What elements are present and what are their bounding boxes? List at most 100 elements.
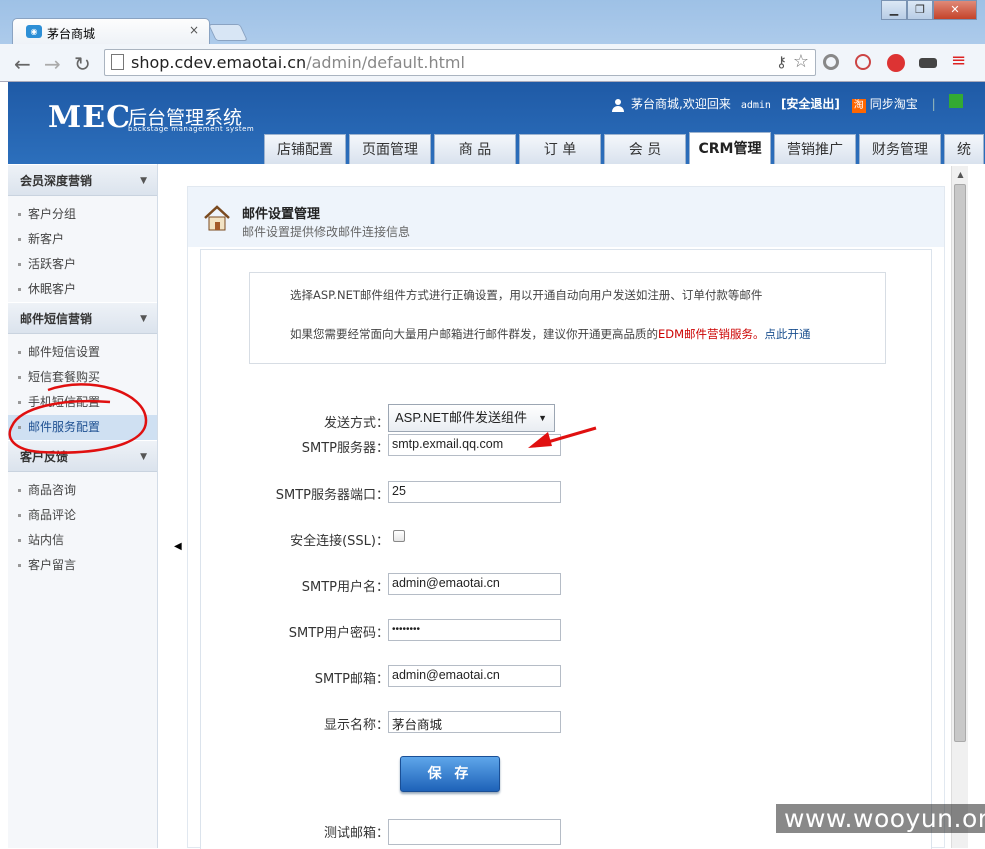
chevron-down-icon: ▼: [140, 452, 147, 462]
send-method-value: ASP.NET邮件发送组件: [395, 410, 527, 425]
key-icon[interactable]: ⚷: [776, 53, 787, 71]
tab-finance[interactable]: 财务管理: [859, 134, 941, 164]
vertical-scrollbar[interactable]: ▲: [951, 166, 968, 848]
sidebar-group-title: 邮件短信营销: [20, 312, 93, 326]
sidebar-group-title: 客户反馈: [20, 450, 69, 464]
sidebar-item-dormant-customers[interactable]: 休眠客户: [8, 277, 157, 302]
welcome-text: 茅台商城,欢迎回来: [631, 97, 731, 111]
sidebar-group-title: 会员深度营销: [20, 174, 93, 188]
activate-link[interactable]: 点此开通: [765, 327, 811, 341]
ssl-label: 安全连接(SSL)：: [290, 534, 389, 549]
maximize-button[interactable]: ❐: [907, 0, 933, 20]
new-tab-button[interactable]: [208, 24, 248, 41]
edm-service-text: EDM邮件营销服务。: [658, 327, 765, 341]
minimize-button[interactable]: ▁: [881, 0, 907, 20]
tab-statistics[interactable]: 统计: [944, 134, 984, 164]
tab-orders[interactable]: 订 单: [519, 134, 601, 164]
ssl-checkbox[interactable]: [393, 530, 405, 542]
display-name-input[interactable]: 茅台商城: [388, 711, 561, 733]
browser-tab[interactable]: ◉ 茅台商城 ×: [12, 18, 210, 45]
sidebar-item-email-service-config[interactable]: 邮件服务配置: [8, 415, 157, 440]
collapse-sidebar-icon[interactable]: ◀: [174, 541, 182, 552]
extension-santa-icon[interactable]: [887, 54, 905, 72]
dropdown-arrow-icon: ▼: [538, 413, 547, 423]
reload-icon[interactable]: ↻: [74, 52, 91, 76]
tab-close-icon[interactable]: ×: [189, 23, 199, 37]
notice-line-2: 如果您需要经常面向大量用户邮箱进行邮件群发，建议你开通更高品质的EDM邮件营销服…: [290, 326, 811, 342]
sidebar-item-email-sms-settings[interactable]: 邮件短信设置: [8, 340, 157, 365]
page-icon: [111, 54, 124, 70]
header-separator: |: [931, 97, 936, 111]
logo-subtitle: backstage management system: [128, 125, 255, 133]
extension-red-icon[interactable]: [855, 54, 871, 70]
smtp-server-label: SMTP服务器：: [301, 441, 389, 456]
back-arrow-icon[interactable]: ←: [14, 52, 31, 76]
test-email-label: 测试邮箱：: [323, 826, 389, 841]
smtp-port-row: SMTP服务器端口： 25: [201, 478, 933, 506]
main-nav-tabs: 店铺配置 页面管理 商 品 订 单 会 员 CRM管理 营销推广 财务管理 统计: [264, 132, 985, 164]
user-icon: [612, 98, 624, 112]
scroll-up-arrow-icon[interactable]: ▲: [952, 166, 969, 183]
sidebar-item-customer-groups[interactable]: 客户分组: [8, 202, 157, 227]
sidebar-item-product-reviews[interactable]: 商品评论: [8, 503, 157, 528]
logo: MEC 后台管理系统 backstage management system: [48, 100, 254, 135]
close-window-button[interactable]: ✕: [933, 0, 977, 20]
smtp-email-input[interactable]: admin@emaotai.cn: [388, 665, 561, 687]
save-button[interactable]: 保 存: [400, 756, 500, 792]
bookmark-star-icon[interactable]: ☆: [793, 51, 809, 72]
smtp-user-label: SMTP用户名：: [301, 580, 389, 595]
tab-shop-config[interactable]: 店铺配置: [264, 134, 346, 164]
chevron-down-icon: ▼: [140, 314, 147, 324]
favicon-icon: ◉: [26, 25, 42, 38]
send-method-select[interactable]: ASP.NET邮件发送组件 ▼: [388, 404, 555, 432]
username: admin: [740, 100, 771, 111]
sidebar-item-customer-messages[interactable]: 客户留言: [8, 553, 157, 578]
display-name-row: 显示名称： 茅台商城: [201, 708, 933, 736]
smtp-user-row: SMTP用户名： admin@emaotai.cn: [201, 570, 933, 598]
address-bar[interactable]: shop.cdev.emaotai.cn/admin/default.html …: [104, 49, 816, 76]
tab-crm[interactable]: CRM管理: [689, 132, 771, 164]
send-method-label: 发送方式：: [323, 416, 389, 431]
display-name-label: 显示名称：: [323, 718, 389, 733]
ssl-row: 安全连接(SSL)：: [201, 524, 933, 552]
extension-mask-icon[interactable]: [919, 58, 937, 68]
tab-members[interactable]: 会 员: [604, 134, 686, 164]
house-icon: [204, 205, 230, 231]
smtp-user-input[interactable]: admin@emaotai.cn: [388, 573, 561, 595]
smtp-server-row: SMTP服务器： smtp.exmail.qq.com: [201, 431, 933, 459]
smtp-password-input[interactable]: ••••••••: [388, 619, 561, 641]
tab-products[interactable]: 商 品: [434, 134, 516, 164]
extension-circle-icon[interactable]: [823, 54, 839, 70]
refresh-green-icon[interactable]: [949, 94, 964, 108]
menu-icon[interactable]: ≡: [951, 50, 966, 71]
sidebar-item-sms-package[interactable]: 短信套餐购买: [8, 365, 157, 390]
test-email-input[interactable]: [388, 819, 561, 845]
sidebar: 会员深度营销 ▼ 客户分组 新客户 活跃客户 休眠客户 邮件短信营销 ▼ 邮件短信设…: [8, 164, 158, 848]
smtp-password-label: SMTP用户密码：: [288, 626, 389, 641]
logout-link[interactable]: [安全退出]: [781, 97, 840, 111]
sidebar-item-product-inquiry[interactable]: 商品咨询: [8, 478, 157, 503]
sidebar-group-feedback[interactable]: 客户反馈 ▼: [8, 440, 157, 472]
watermark: www.wooyun.org: [776, 804, 985, 833]
tab-page-management[interactable]: 页面管理: [349, 134, 431, 164]
sync-taobao-link[interactable]: 同步淘宝: [870, 97, 918, 111]
window-controls: ▁ ❐ ✕: [881, 0, 977, 20]
sidebar-group-email-sms[interactable]: 邮件短信营销 ▼: [8, 302, 157, 334]
smtp-port-input[interactable]: 25: [388, 481, 561, 503]
send-method-row: 发送方式： ASP.NET邮件发送组件 ▼: [201, 404, 933, 434]
sidebar-item-new-customers[interactable]: 新客户: [8, 227, 157, 252]
tab-marketing[interactable]: 营销推广: [774, 134, 856, 164]
notice-box: 选择ASP.NET邮件组件方式进行正确设置，用以开通自动向用户发送如注册、订单付…: [249, 272, 886, 364]
user-bar: 茅台商城,欢迎回来 admin [安全退出] 淘同步淘宝 |: [611, 94, 967, 113]
smtp-server-input[interactable]: smtp.exmail.qq.com: [388, 434, 561, 456]
smtp-email-row: SMTP邮箱： admin@emaotai.cn: [201, 662, 933, 690]
url-host: shop.cdev.emaotai.cn: [131, 53, 307, 72]
browser-chrome: ◉ 茅台商城 × ▁ ❐ ✕ ← → ↻ shop.cdev.emaotai.c…: [0, 0, 985, 82]
sidebar-item-active-customers[interactable]: 活跃客户: [8, 252, 157, 277]
sidebar-group-member-marketing[interactable]: 会员深度营销 ▼: [8, 164, 157, 196]
sidebar-item-sms-config[interactable]: 手机短信配置: [8, 390, 157, 415]
smtp-email-label: SMTP邮箱：: [314, 672, 389, 687]
sidebar-item-site-messages[interactable]: 站内信: [8, 528, 157, 553]
forward-arrow-icon[interactable]: →: [44, 52, 61, 76]
scrollbar-thumb[interactable]: [954, 184, 966, 742]
